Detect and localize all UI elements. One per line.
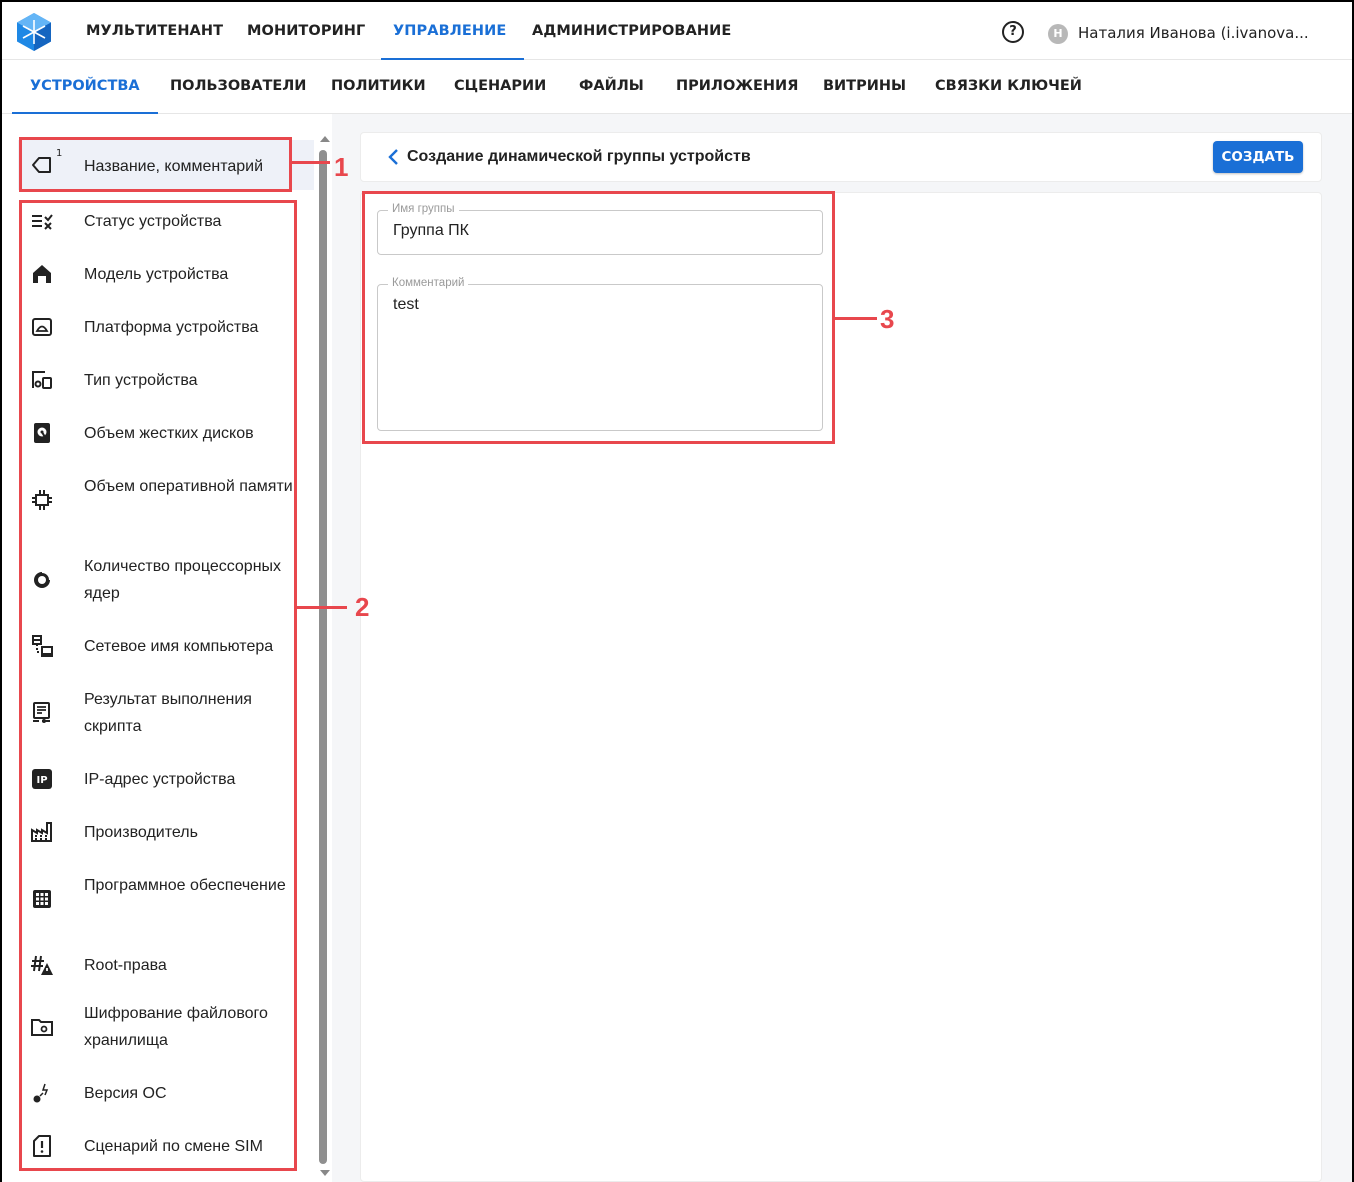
page-title: Создание динамической группы устройств [407, 148, 751, 165]
annotation-box-1 [19, 137, 292, 192]
annotation-number-3: 3 [880, 304, 895, 334]
tab-users[interactable]: ПОЛЬЗОВАТЕЛИ [170, 60, 306, 114]
help-icon[interactable]: ? [1002, 21, 1024, 43]
tab-policies[interactable]: ПОЛИТИКИ [331, 60, 426, 114]
annotation-line-2 [297, 606, 347, 609]
nav-monitoring[interactable]: МОНИТОРИНГ [247, 2, 365, 60]
nav-management[interactable]: УПРАВЛЕНИЕ [380, 2, 525, 60]
annotation-line-3 [835, 317, 877, 320]
scroll-up-arrow-icon[interactable] [320, 136, 330, 142]
sidebar-scrollbar[interactable] [319, 150, 327, 1164]
tab-files[interactable]: ФАЙЛЫ [579, 60, 644, 114]
nav-administration[interactable]: АДМИНИСТРИРОВАНИЕ [532, 2, 731, 60]
tab-applications[interactable]: ПРИЛОЖЕНИЯ [676, 60, 798, 114]
annotation-number-1: 1 [334, 152, 349, 182]
annotation-number-2: 2 [355, 592, 370, 622]
tab-showcases[interactable]: ВИТРИНЫ [823, 60, 906, 114]
page-header: Создание динамической группы устройств С… [360, 132, 1322, 182]
tab-keychains[interactable]: СВЯЗКИ КЛЮЧЕЙ [935, 60, 1082, 114]
app-logo-icon[interactable] [15, 12, 53, 52]
section-tabs: УСТРОЙСТВА ПОЛЬЗОВАТЕЛИ ПОЛИТИКИ СЦЕНАРИ… [2, 60, 1352, 114]
create-button[interactable]: СОЗДАТЬ [1213, 141, 1303, 173]
chevron-left-icon[interactable] [385, 147, 403, 167]
user-name[interactable]: Наталия Иванова (i.ivanova... [1078, 2, 1309, 64]
top-navigation: МУЛЬТИТЕНАНТ МОНИТОРИНГ УПРАВЛЕНИЕ АДМИН… [2, 2, 1352, 60]
tab-devices[interactable]: УСТРОЙСТВА [12, 60, 158, 114]
annotation-line-1 [292, 161, 330, 164]
scroll-down-arrow-icon[interactable] [320, 1170, 330, 1176]
annotation-box-2 [19, 200, 297, 1171]
annotation-box-3 [362, 191, 835, 444]
nav-multitenant[interactable]: МУЛЬТИТЕНАНТ [86, 2, 223, 60]
tab-scenarios[interactable]: СЦЕНАРИИ [454, 60, 546, 114]
avatar[interactable]: Н [1048, 24, 1068, 44]
